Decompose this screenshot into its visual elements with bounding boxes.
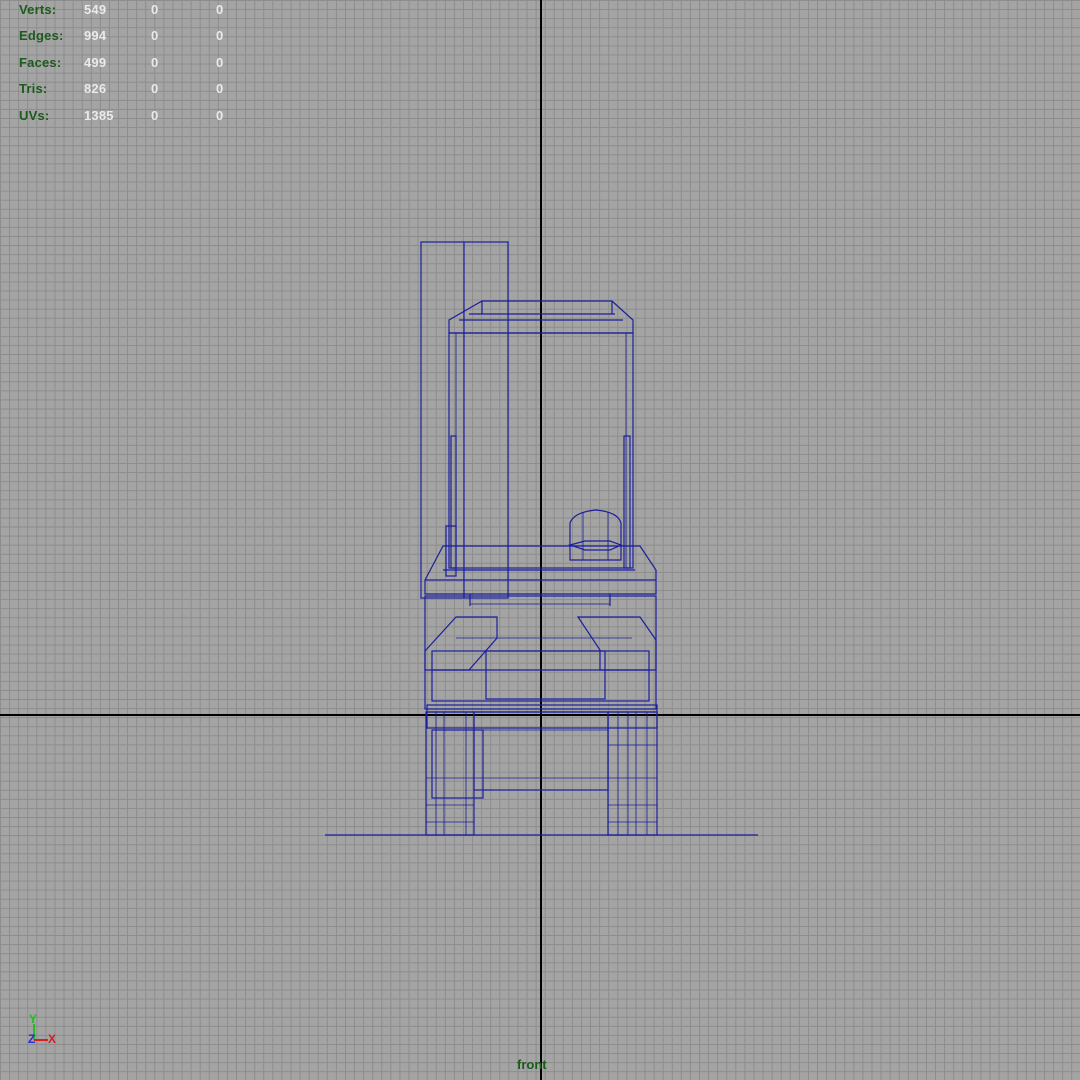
rail-right — [623, 435, 631, 569]
seat-back — [569, 509, 622, 561]
y-axis-label: Y — [29, 1012, 38, 1026]
z-axis-label: Z — [28, 1032, 36, 1046]
chassis-panel — [431, 650, 650, 702]
front-viewport[interactable]: Verts: 549 0 0 Edges: 994 0 0 Faces: 499… — [0, 0, 1080, 1080]
camera-label: front — [517, 1057, 547, 1072]
x-axis-label: X — [48, 1032, 57, 1046]
chassis-body — [424, 595, 657, 710]
view-axis-gizmo: Y Z X — [26, 1012, 66, 1052]
wheel-left-hub — [431, 729, 484, 799]
wireframe-model[interactable] — [0, 0, 1080, 1080]
cabin-body — [448, 332, 634, 569]
cabin-roof — [448, 300, 634, 334]
rail-left — [450, 435, 457, 569]
chassis-center — [485, 650, 606, 700]
wheel-right — [607, 711, 658, 836]
chassis-right-hood — [576, 616, 657, 671]
